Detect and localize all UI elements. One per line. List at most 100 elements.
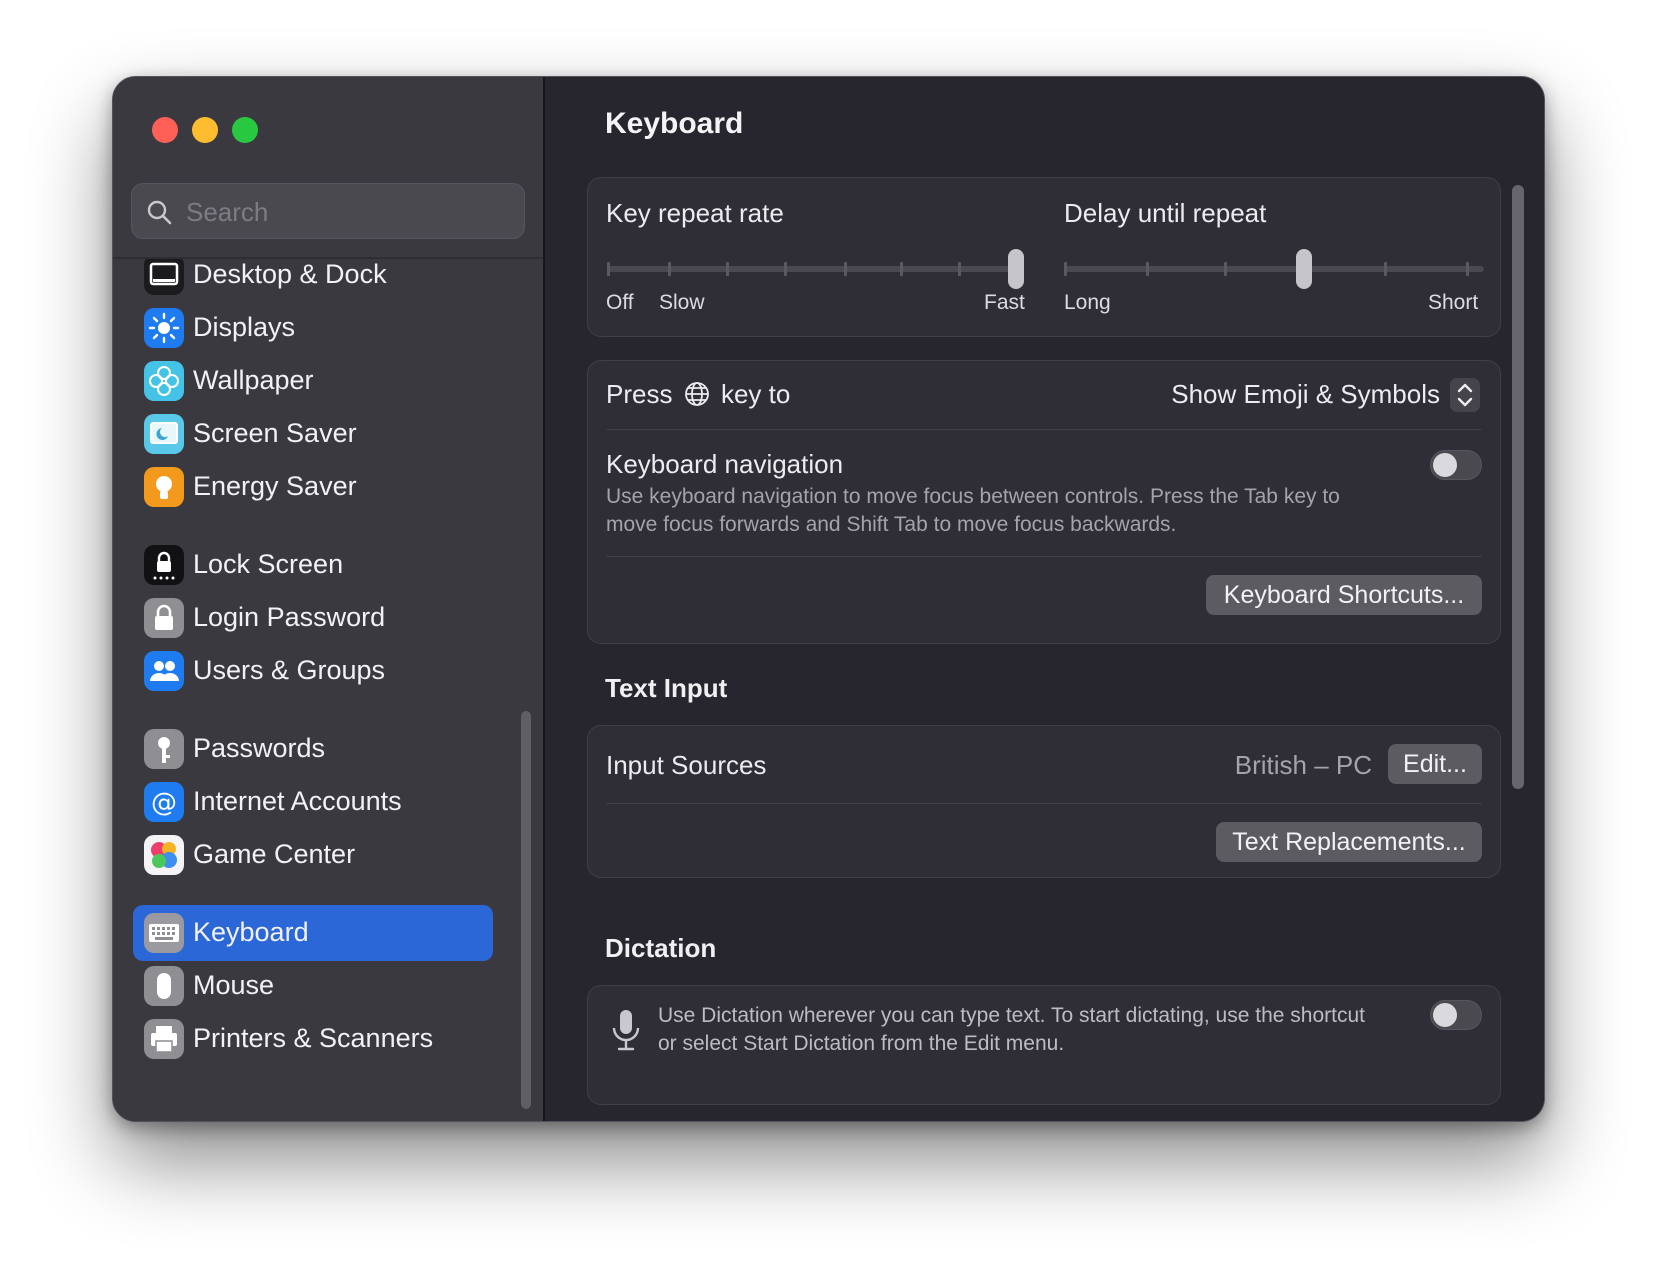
sidebar-item-label: Login Password: [193, 602, 386, 632]
sidebar-item-label: Energy Saver: [193, 471, 357, 501]
press-key-label-before: Press: [606, 379, 673, 409]
input-sources-value: British – PC: [1234, 750, 1372, 780]
login-password-icon: [144, 598, 184, 638]
text-input-section-title: Text Input: [605, 673, 728, 703]
text-replacements-button[interactable]: Text Replacements...: [1216, 822, 1482, 862]
delay-repeat-label: Delay until repeat: [1064, 198, 1267, 228]
sidebar-item-label: Lock Screen: [193, 549, 344, 579]
slider-tick: [668, 262, 671, 276]
delay-repeat-min-label: Long: [1064, 291, 1111, 314]
passwords-icon: [144, 729, 184, 769]
displays-icon: [144, 308, 184, 348]
screen-saver-icon: [144, 414, 184, 454]
chevron-up-down-icon: [1457, 383, 1473, 407]
search-box: [131, 183, 525, 240]
sidebar-item-label: Keyboard: [193, 917, 309, 947]
keyboard-navigation-toggle[interactable]: [1430, 450, 1482, 480]
energy-saver-icon: [144, 467, 184, 507]
sidebar-item-users-groups[interactable]: Users & Groups: [133, 643, 493, 699]
press-key-value: Show Emoji & Symbols: [1171, 379, 1440, 409]
dictation-toggle[interactable]: [1430, 1000, 1482, 1030]
sidebar-nav: Desktop & Dock Displays Wallpaper Screen…: [113, 259, 543, 1121]
search-icon: [147, 200, 172, 225]
slider-tick: [607, 262, 610, 276]
press-key-label-after: key to: [720, 379, 791, 409]
repeat-settings-card: Key repeat rate Delay until repeat Off S…: [587, 177, 1501, 337]
microphone-icon: [612, 1010, 640, 1051]
svg-text:@: @: [151, 788, 177, 818]
slider-tick: [1224, 262, 1227, 276]
sidebar-item-label: Mouse: [193, 970, 275, 1000]
slider-tick: [1064, 262, 1067, 276]
sidebar: Desktop & Dock Displays Wallpaper Screen…: [113, 77, 545, 1121]
sidebar-item-label: Screen Saver: [193, 418, 357, 448]
sidebar-item-game-center[interactable]: Game Center: [133, 827, 493, 883]
key-repeat-min-label: Off: [606, 291, 634, 314]
sidebar-item-wallpaper[interactable]: Wallpaper: [133, 353, 493, 409]
wallpaper-icon: [144, 361, 184, 401]
edit-input-sources-button[interactable]: Edit...: [1388, 744, 1482, 784]
sidebar-item-displays[interactable]: Displays: [133, 300, 493, 356]
internet-accounts-icon: @: [144, 782, 184, 822]
sidebar-item-label: Displays: [193, 312, 296, 342]
slider-tick: [958, 262, 961, 276]
sidebar-item-mouse[interactable]: Mouse: [133, 958, 493, 1014]
keyboard-icon: [144, 913, 184, 953]
delay-repeat-track[interactable]: [1064, 266, 1484, 272]
key-repeat-max-label: Fast: [984, 291, 1025, 314]
slider-tick: [1146, 262, 1149, 276]
content-scrollbar[interactable]: [1512, 185, 1524, 789]
globe-icon: [684, 382, 709, 406]
search-input[interactable]: [184, 184, 508, 240]
sidebar-item-printers-scanners[interactable]: Printers & Scanners: [133, 1011, 493, 1067]
mouse-icon: [144, 966, 184, 1006]
sidebar-item-label: Internet Accounts: [193, 786, 402, 816]
content-pane: Keyboard Key repeat rate Delay until rep…: [545, 77, 1544, 1121]
row-divider: [606, 803, 1482, 804]
zoom-window-button[interactable]: [232, 117, 258, 143]
slider-tick: [1384, 262, 1387, 276]
sidebar-item-label: Desktop & Dock: [193, 259, 387, 289]
printers-scanners-icon: [144, 1019, 184, 1059]
delay-repeat-max-label: Short: [1428, 291, 1479, 314]
sidebar-item-passwords[interactable]: Passwords: [133, 721, 493, 777]
desktop-dock-icon: [144, 259, 184, 295]
dictation-card: Use Dictation wherever you can type text…: [587, 985, 1501, 1105]
toggle-knob: [1433, 1003, 1457, 1027]
slider-tick: [726, 262, 729, 276]
game-center-icon: [144, 835, 184, 875]
delay-repeat-slider-thumb[interactable]: [1296, 249, 1312, 289]
slider-tick: [844, 262, 847, 276]
keyboard-navigation-description: Use keyboard navigation to move focus be…: [606, 485, 1340, 536]
sidebar-item-login-password[interactable]: Login Password: [133, 590, 493, 646]
key-repeat-label: Key repeat rate: [606, 198, 784, 228]
sidebar-item-desktop-dock[interactable]: Desktop & Dock: [133, 259, 493, 303]
slider-tick: [784, 262, 787, 276]
key-repeat-slider-thumb[interactable]: [1008, 249, 1024, 289]
dictation-description: Use Dictation wherever you can type text…: [658, 1004, 1365, 1055]
sidebar-item-label: Printers & Scanners: [193, 1023, 434, 1053]
dictation-section-title: Dictation: [605, 933, 717, 963]
sidebar-item-label: Game Center: [193, 839, 356, 869]
sidebar-item-label: Passwords: [193, 733, 326, 763]
keyboard-shortcuts-button[interactable]: Keyboard Shortcuts...: [1206, 575, 1482, 615]
press-key-label: Press key to: [606, 379, 790, 410]
sidebar-item-lock-screen[interactable]: Lock Screen: [133, 537, 493, 593]
sidebar-scrollbar[interactable]: [521, 711, 531, 1109]
sidebar-item-label: Wallpaper: [193, 365, 314, 395]
sidebar-item-keyboard[interactable]: Keyboard: [133, 905, 493, 961]
toggle-knob: [1433, 453, 1457, 477]
text-input-card: Input Sources British – PC Edit... Text …: [587, 725, 1501, 878]
keyboard-navigation-label: Keyboard navigation: [606, 449, 844, 479]
row-divider: [606, 556, 1482, 557]
key-repeat-slow-label: Slow: [659, 291, 705, 314]
sidebar-item-energy-saver[interactable]: Energy Saver: [133, 459, 493, 515]
system-settings-window: Desktop & Dock Displays Wallpaper Screen…: [112, 76, 1545, 1122]
slider-tick: [1466, 262, 1469, 276]
popup-stepper[interactable]: [1450, 378, 1480, 412]
sidebar-item-internet-accounts[interactable]: @ Internet Accounts: [133, 774, 493, 830]
close-window-button[interactable]: [152, 117, 178, 143]
sidebar-item-label: Users & Groups: [193, 655, 386, 685]
minimize-window-button[interactable]: [192, 117, 218, 143]
sidebar-item-screen-saver[interactable]: Screen Saver: [133, 406, 493, 462]
